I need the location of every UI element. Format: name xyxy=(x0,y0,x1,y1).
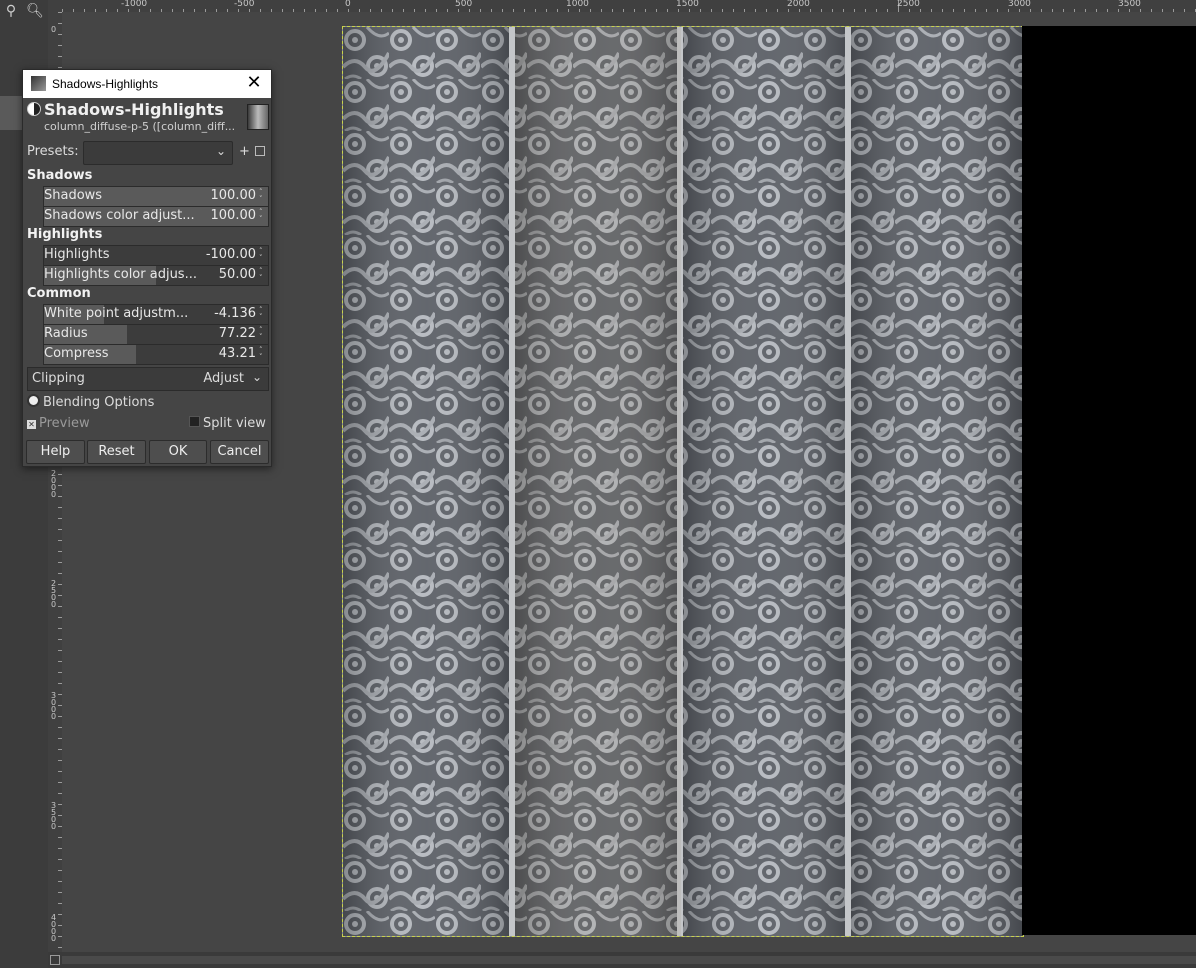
scrollbar-trough[interactable] xyxy=(62,956,1196,964)
ruler-label: 2500 xyxy=(897,0,920,9)
section-common: Common xyxy=(27,286,91,301)
slider-label: Shadows xyxy=(44,188,103,203)
blending-options-expander[interactable]: Blending Options xyxy=(27,394,154,410)
checkbox-checked-icon: ✕ xyxy=(27,420,36,429)
carving-pattern xyxy=(343,27,1023,936)
ruler-label: 3500 xyxy=(1118,0,1141,9)
slider-value[interactable]: -4.136 xyxy=(214,306,256,321)
chevron-down-icon: ⌄ xyxy=(251,370,262,384)
zoom-tool-icon[interactable]: 🔍︎ xyxy=(26,2,44,20)
dialog-titlebar[interactable]: Shadows-Highlights ✕ xyxy=(23,70,271,98)
slider-value[interactable]: 100.00 xyxy=(211,188,257,203)
ruler-label: 500 xyxy=(455,0,473,9)
spin-arrows-icon[interactable]: ˄ ˅ xyxy=(259,307,266,321)
layer-subtitle: column_diffuse-p-5 ([column_diff... xyxy=(44,120,236,133)
chevron-down-icon: ⌄ xyxy=(215,144,226,158)
toolbox-selected-tab[interactable] xyxy=(0,96,22,130)
slider-label: Compress xyxy=(44,346,109,361)
presets-label: Presets: xyxy=(27,144,79,159)
presets-menu-icon[interactable] xyxy=(255,146,265,156)
ruler-label: 1500 xyxy=(676,0,699,9)
ruler-corner[interactable] xyxy=(48,0,62,12)
preview-checkbox[interactable]: ✕ Preview xyxy=(27,416,90,431)
ruler-label: 3000 xyxy=(1008,0,1031,9)
spin-arrows-icon[interactable]: ˄ ˅ xyxy=(259,268,266,282)
ok-button[interactable]: OK xyxy=(149,440,207,464)
slider-label: White point adjustm... xyxy=(44,306,189,321)
slider-label: Shadows color adjust... xyxy=(44,208,195,223)
clipping-dropdown[interactable]: Clipping Adjust ⌄ xyxy=(27,367,269,391)
window-title: Shadows-Highlights xyxy=(52,77,159,91)
slider-value[interactable]: 77.22 xyxy=(219,326,256,341)
section-shadows: Shadows xyxy=(27,168,93,183)
ruler-label: -1000 xyxy=(121,0,148,9)
highlights-color-adjust-slider[interactable]: Highlights color adjus... 50.00 ˄ ˅ xyxy=(43,265,269,286)
shadows-color-adjust-slider[interactable]: Shadows color adjust... 100.00 ˄ ˅ xyxy=(43,206,269,227)
add-preset-button[interactable]: + xyxy=(239,144,250,159)
expander-icon xyxy=(27,394,40,407)
ruler-label: 2000 xyxy=(51,469,57,499)
reset-button[interactable]: Reset xyxy=(87,440,146,464)
layer-thumbnail xyxy=(247,104,269,130)
spin-arrows-icon[interactable]: ˄ ˅ xyxy=(259,327,266,341)
spin-arrows-icon[interactable]: ˄ ˅ xyxy=(259,189,266,203)
close-button[interactable]: ✕ xyxy=(245,73,263,93)
help-button[interactable]: Help xyxy=(26,440,85,464)
horizontal-scrollbar[interactable] xyxy=(48,952,1196,968)
navigate-icon[interactable] xyxy=(50,955,60,965)
highlights-slider[interactable]: Highlights -100.00 ˄ ˅ xyxy=(43,245,269,266)
warp-tool-icon[interactable]: ⚲ xyxy=(2,2,20,20)
slider-value[interactable]: 100.00 xyxy=(211,208,257,223)
compress-slider[interactable]: Compress 43.21 ˄ ˅ xyxy=(43,344,269,365)
ruler-label: 4000 xyxy=(51,913,57,943)
spin-arrows-icon[interactable]: ˄ ˅ xyxy=(259,347,266,361)
slider-value[interactable]: -100.00 xyxy=(206,247,256,262)
slider-label: Radius xyxy=(44,326,88,341)
checkbox-unchecked-icon xyxy=(189,416,200,427)
gimp-app-icon xyxy=(31,76,46,91)
ruler-label: 0 xyxy=(345,0,351,9)
ruler-label: 3000 xyxy=(51,691,57,721)
empty-canvas-region xyxy=(1022,26,1196,935)
radius-slider[interactable]: Radius 77.22 ˄ ˅ xyxy=(43,324,269,345)
ruler-label: 3500 xyxy=(51,801,57,831)
slider-label: Highlights xyxy=(44,247,110,262)
filter-icon xyxy=(27,102,41,116)
ruler-label: 1000 xyxy=(566,0,589,9)
split-view-label: Split view xyxy=(203,416,266,431)
spin-arrows-icon[interactable]: ˄ ˅ xyxy=(259,209,266,223)
slider-label: Highlights color adjus... xyxy=(44,267,197,282)
shadows-highlights-dialog: Shadows-Highlights ✕ Shadows-Highlights … xyxy=(22,69,272,467)
section-highlights: Highlights xyxy=(27,227,103,242)
clipping-label: Clipping xyxy=(32,371,85,386)
ruler-label: -500 xyxy=(234,0,255,9)
cancel-button[interactable]: Cancel xyxy=(210,440,269,464)
ruler-label: 2500 xyxy=(51,579,57,609)
ruler-label: 0 xyxy=(51,25,57,34)
presets-dropdown[interactable]: ⌄ xyxy=(83,141,233,165)
white-point-adjust-slider[interactable]: White point adjustm... -4.136 ˄ ˅ xyxy=(43,304,269,325)
spin-arrows-icon[interactable]: ˄ ˅ xyxy=(259,248,266,262)
shadows-slider[interactable]: Shadows 100.00 ˄ ˅ xyxy=(43,186,269,207)
split-view-checkbox[interactable]: Split view xyxy=(189,416,266,431)
blending-options-label: Blending Options xyxy=(43,395,155,410)
preview-label: Preview xyxy=(39,416,90,431)
slider-value[interactable]: 50.00 xyxy=(219,267,256,282)
carved-column-image[interactable] xyxy=(342,26,1024,937)
clipping-value: Adjust xyxy=(203,371,244,386)
slider-value[interactable]: 43.21 xyxy=(219,346,256,361)
ruler-label: 2000 xyxy=(787,0,810,9)
dialog-heading: Shadows-Highlights xyxy=(44,100,224,119)
